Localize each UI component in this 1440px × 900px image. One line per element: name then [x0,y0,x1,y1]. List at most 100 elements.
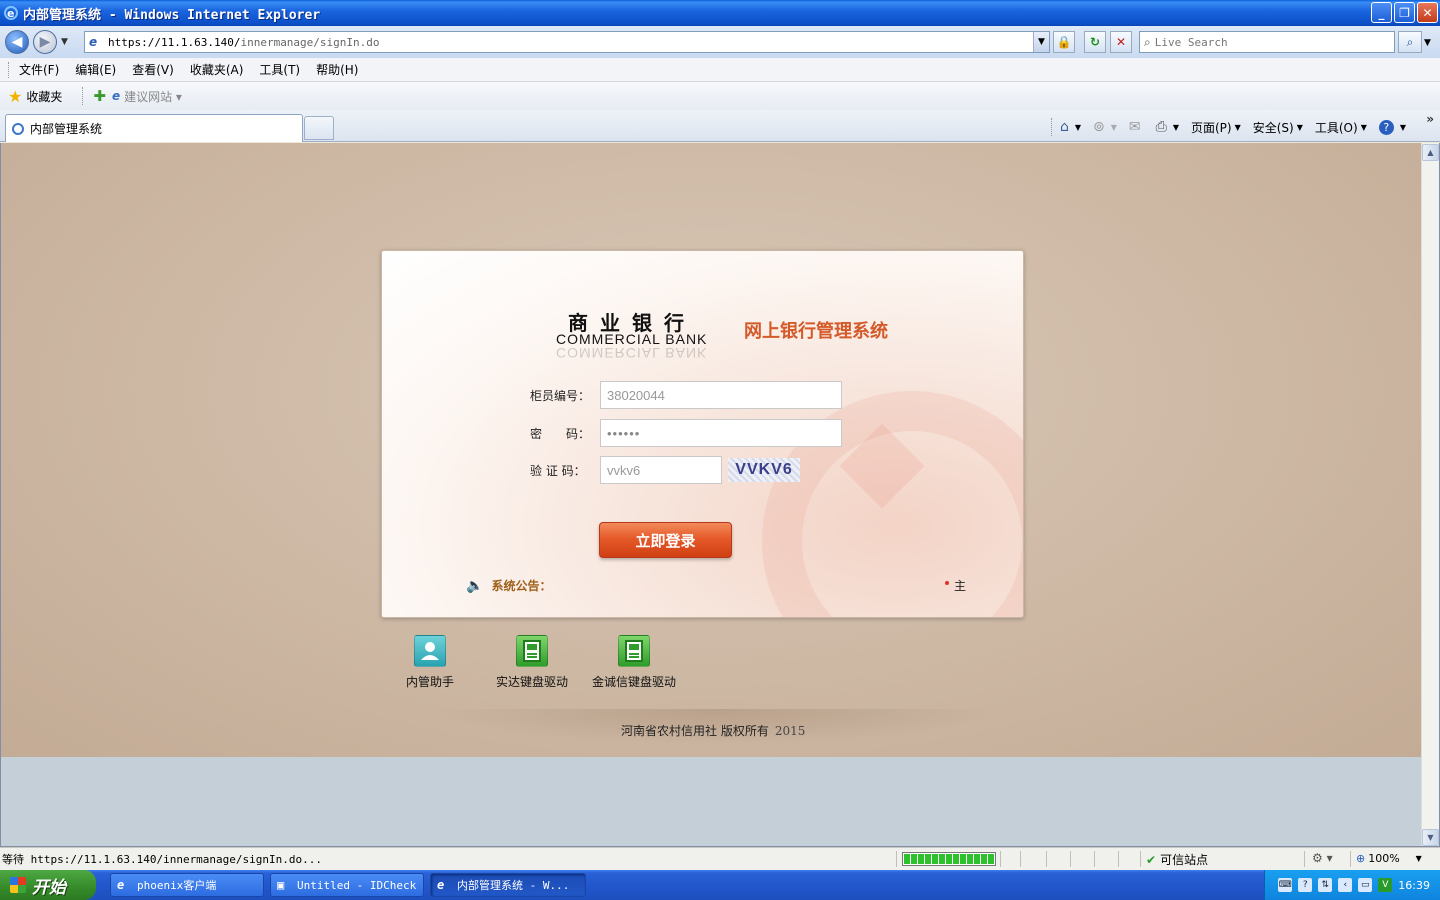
menu-edit[interactable]: 编辑(E) [75,61,116,78]
suggested-sites-icon: e [111,89,121,103]
download-jinchengxin-keyboard-driver[interactable]: 金诚信键盘驱动 [592,635,676,690]
download-shida-keyboard-driver[interactable]: 实达键盘驱动 [496,635,568,690]
keyboard-icon[interactable]: ⌨ [1278,878,1293,892]
progress-segment [974,854,980,864]
start-button[interactable]: 开始 [0,870,96,900]
search-engine-icon: ⌕ [1144,34,1151,49]
captcha-image[interactable]: VVKV6 [728,458,800,482]
menu-favorites[interactable]: 收藏夹(A) [190,61,244,78]
network-icon[interactable]: ⇅ [1318,878,1333,892]
tab-active[interactable]: 内部管理系统 [5,114,303,142]
tab-bar: 内部管理系统 ⌂ ▼ ⊚ ▼ ✉ ⎙ ▼ 页面(P) ▼ 安全(S) ▼ 工具(O) ▼ ?… [0,110,1440,142]
window-icon: ▣ [277,878,285,892]
copyright-text: 河南省农村信用社 版权所有 2015 [621,724,806,738]
menu-bar: 文件(F) 编辑(E) 查看(V) 收藏夹(A) 工具(T) 帮助(H) [0,58,1440,82]
status-separator [1350,851,1351,867]
download-label[interactable]: 金诚信键盘驱动 [592,673,676,690]
page-background: 商业银行 COMMERCIAL BANK COMMERCIAL BANK 网上银… [1,143,1421,757]
captcha-input[interactable] [600,456,722,484]
status-separator [1118,851,1119,867]
teller-id-input[interactable] [600,381,842,409]
help-button[interactable]: ? ▼ [1375,116,1410,138]
address-dropdown-icon[interactable]: ▼ [1033,32,1049,52]
safety-menu[interactable]: 安全(S) ▼ [1249,116,1307,138]
search-box[interactable]: ⌕ [1139,31,1395,53]
download-internal-assistant[interactable]: 内管助手 [406,635,454,690]
progress-segment [960,854,966,864]
toolbar-overflow-chevron-icon[interactable]: » [1426,112,1434,126]
mail-icon: ✉ [1128,119,1141,135]
floppy-icon[interactable] [516,635,548,667]
page-menu[interactable]: 页面(P) ▼ [1187,116,1245,138]
security-zone[interactable]: ✔ 可信站点 [1146,851,1208,868]
scroll-up-arrow-icon[interactable]: ▲ [1422,144,1439,161]
clock[interactable]: 16:39 [1398,879,1430,892]
refresh-button[interactable]: ↻ [1084,31,1106,53]
address-bar[interactable]: e https://11.1.63.140/innermanage/signIn… [84,31,1050,53]
menu-file[interactable]: 文件(F) [19,61,59,78]
teller-row: 柜员编号： [530,381,842,409]
back-button[interactable]: ◀ [5,30,29,54]
zoom-level[interactable]: ⊕ 100% ▼ [1356,852,1422,865]
login-button[interactable]: 立即登录 [599,522,732,558]
search-button[interactable]: ⌕ [1398,31,1422,53]
favorites-star-icon[interactable]: ★ [8,87,22,106]
notice-scroll-text[interactable]: 主 [954,577,966,594]
status-separator [1140,851,1141,867]
page-icon: e [89,35,98,49]
menu-help[interactable]: 帮助(H) [316,61,358,78]
taskbar-item-idcheck[interactable]: ▣ Untitled - IDCheck [270,873,424,897]
speaker-icon: 🔈 [466,577,484,594]
security-lock-icon[interactable]: 🔒 [1053,31,1075,53]
restore-button[interactable]: ❐ [1394,2,1415,23]
home-button[interactable]: ⌂ ▼ [1056,116,1085,138]
password-row: 密 码： [530,419,842,447]
rss-icon: ⊚ [1092,119,1105,135]
user-icon[interactable] [414,635,446,667]
status-separator [1070,851,1071,867]
new-tab-button[interactable] [304,116,334,140]
menu-view[interactable]: 查看(V) [132,61,174,78]
add-favorite-icon[interactable]: ✚ [93,87,106,105]
history-dropdown-icon[interactable]: ▼ [61,37,68,47]
suggested-sites-button[interactable]: 建议网站 ▾ [124,88,182,105]
download-label[interactable]: 内管助手 [406,673,454,690]
protected-mode-icon[interactable]: ⚙ ▾ [1312,851,1333,865]
antivirus-icon[interactable]: V [1378,878,1393,892]
taskbar-item-phoenix[interactable]: e phoenix客户端 [110,873,264,897]
progress-segment [981,854,987,864]
vertical-scrollbar[interactable]: ▲ ▼ [1421,143,1439,846]
favorites-bar: ★ 收藏夹 ✚ e 建议网站 ▾ [0,82,1440,110]
address-toolbar: ◀ ▶ ▼ e https://11.1.63.140/innermanage/… [0,26,1440,58]
status-separator [1020,851,1021,867]
search-options-dropdown-icon[interactable]: ▼ [1424,38,1431,48]
tools-menu[interactable]: 工具(O) ▼ [1311,116,1371,138]
menu-tools[interactable]: 工具(T) [259,61,300,78]
back-arrow-tray-icon[interactable]: ‹ [1338,878,1353,892]
forward-button[interactable]: ▶ [33,30,57,54]
url-text[interactable]: https://11.1.63.140/innermanage/signIn.d… [108,36,380,49]
read-mail-button[interactable]: ✉ [1125,116,1148,138]
search-input[interactable] [1154,35,1375,49]
favorites-button[interactable]: 收藏夹 [26,88,62,105]
system-title: 网上银行管理系统 [744,321,888,342]
print-button[interactable]: ⎙ ▼ [1152,116,1183,138]
download-label[interactable]: 实达键盘驱动 [496,673,568,690]
minimize-button[interactable]: _ [1371,2,1392,23]
help-tray-icon[interactable]: ? [1298,878,1313,892]
status-text: 等待 https://11.1.63.140/innermanage/signI… [2,853,323,866]
status-bar: 等待 https://11.1.63.140/innermanage/signI… [0,847,1440,870]
taskbar-item-internal-system[interactable]: e 内部管理系统 - W... [430,873,586,897]
close-button[interactable]: ✕ [1417,2,1438,23]
password-input[interactable] [600,419,842,447]
page-load-progress [902,852,996,866]
system-notice: 🔈 系统公告： [466,577,551,594]
progress-segment [946,854,952,864]
scroll-down-arrow-icon[interactable]: ▼ [1422,829,1439,846]
status-separator [1046,851,1047,867]
stop-button[interactable]: ✕ [1110,31,1132,53]
captcha-label: 验 证 码： [530,463,586,478]
monitor-icon[interactable]: ▭ [1358,878,1373,892]
feeds-button[interactable]: ⊚ ▼ [1089,116,1121,138]
floppy-icon[interactable] [618,635,650,667]
